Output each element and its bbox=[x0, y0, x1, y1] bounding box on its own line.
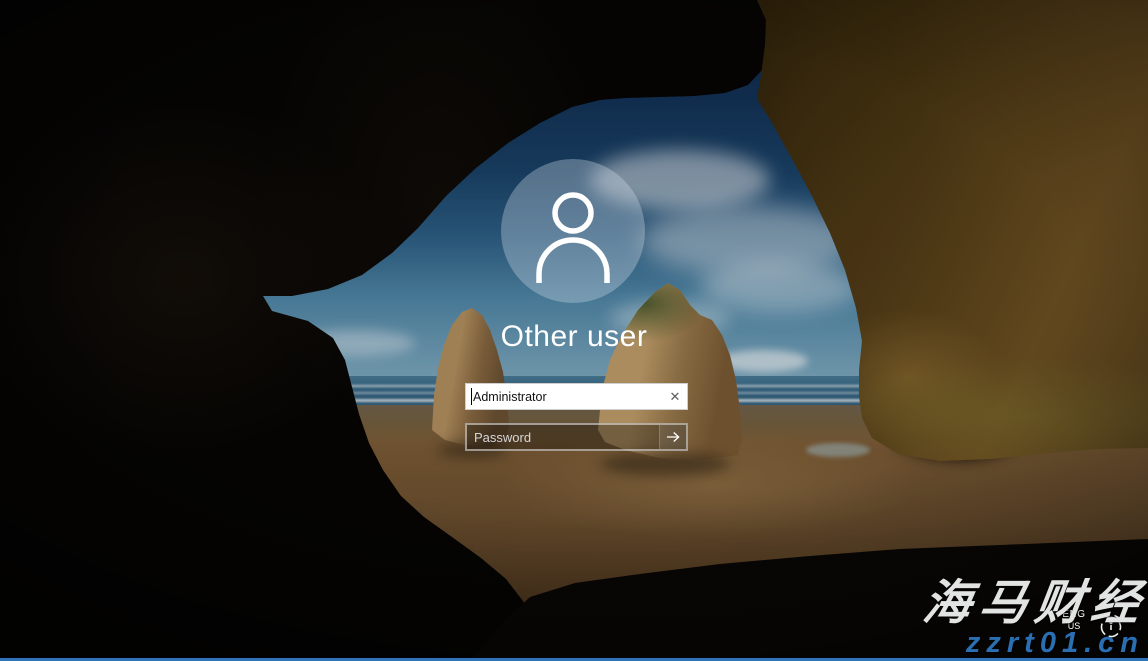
language-region: US bbox=[1054, 621, 1094, 632]
password-input[interactable] bbox=[467, 425, 686, 449]
clear-icon[interactable]: ✕ bbox=[663, 384, 687, 409]
rock-reflection bbox=[600, 452, 730, 476]
text-caret bbox=[471, 388, 472, 405]
submit-arrow-icon bbox=[664, 429, 682, 445]
person-icon bbox=[527, 185, 619, 283]
language-code: ENG bbox=[1054, 609, 1094, 621]
ease-of-access-icon bbox=[1098, 613, 1124, 639]
password-field-container bbox=[465, 423, 688, 451]
user-avatar bbox=[501, 159, 645, 303]
cloud bbox=[700, 262, 860, 312]
login-screen: Other user ✕ ENG US 海马财经 zzrt01.cn bbox=[0, 0, 1148, 661]
username-input[interactable] bbox=[466, 384, 687, 409]
username-field-container: ✕ bbox=[465, 383, 688, 410]
other-user-title: Other user bbox=[274, 320, 874, 354]
language-indicator[interactable]: ENG US bbox=[1054, 609, 1094, 632]
tide-pool bbox=[806, 443, 870, 457]
submit-button[interactable] bbox=[659, 425, 686, 449]
ease-of-access-button[interactable] bbox=[1098, 613, 1124, 639]
